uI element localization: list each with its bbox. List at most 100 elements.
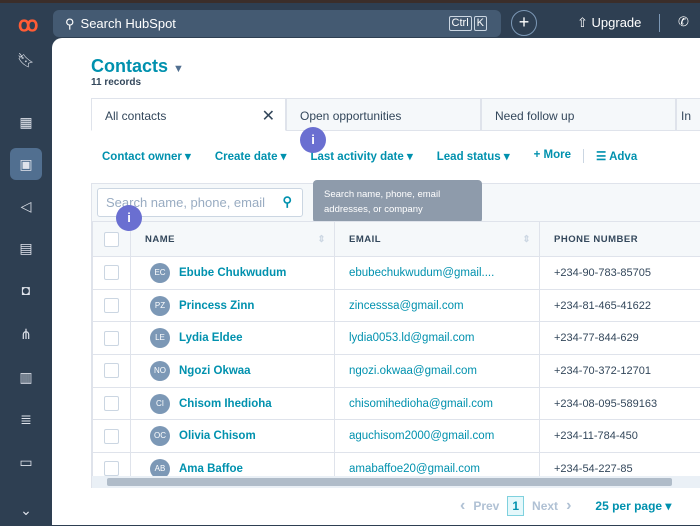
column-label: PHONE NUMBER	[554, 234, 638, 245]
email-cell: lydia0053.ld@gmail.com	[335, 322, 540, 355]
commerce-icon[interactable]: ◘	[10, 274, 42, 306]
tab-label: Open opportunities	[300, 109, 401, 123]
page-1-button[interactable]: 1	[507, 496, 524, 516]
phone-cell: +234-08-095-589163	[540, 387, 700, 420]
chevron-left-icon[interactable]: ‹	[460, 497, 465, 515]
phone-number: +234-54-227-85	[554, 463, 633, 475]
email-cell: ngozi.okwaa@gmail.com	[335, 355, 540, 388]
record-count: 11 records	[91, 77, 141, 88]
tab-label: All contacts	[105, 109, 166, 123]
name-cell: ECEbube Chukwudum	[131, 257, 335, 290]
prev-button[interactable]: Prev	[473, 499, 499, 513]
page-title[interactable]: Contacts ▼	[91, 56, 184, 77]
hubspot-logo-icon[interactable]: ꝏ	[18, 12, 38, 37]
advanced-filters-button[interactable]: ☰ Adva	[596, 149, 637, 163]
automation-icon[interactable]: ⋔	[10, 318, 42, 350]
filter-create-date[interactable]: Create date ▾	[215, 149, 287, 163]
row-checkbox[interactable]	[104, 265, 119, 280]
view-tabs: All contacts ✕ Open opportunities Need fo…	[91, 98, 700, 131]
name-cell: NONgozi Okwaa	[131, 355, 335, 388]
contacts-icon[interactable]: ▣	[10, 148, 42, 180]
column-label: NAME	[145, 234, 175, 245]
table-row: LELydia Eldee lydia0053.ld@gmail.com +23…	[93, 322, 700, 355]
email-link[interactable]: aguchisom2000@gmail.com	[349, 430, 494, 442]
phone-number: +234-70-372-12701	[554, 365, 651, 377]
info-badge[interactable]: i	[300, 127, 326, 153]
divider	[659, 14, 660, 32]
content-icon[interactable]: ▤	[10, 232, 42, 264]
row-checkbox[interactable]	[104, 298, 119, 313]
info-badge[interactable]: i	[116, 205, 142, 231]
chevron-down-icon[interactable]: ⌄	[10, 494, 42, 526]
contact-name-link[interactable]: Olivia Chisom	[179, 430, 256, 442]
next-button[interactable]: Next	[532, 499, 558, 513]
megaphone-icon[interactable]: ◁	[10, 190, 42, 222]
contact-name-link[interactable]: Ngozi Okwaa	[179, 365, 251, 377]
row-checkbox[interactable]	[104, 461, 119, 476]
contact-name-link[interactable]: Ama Baffoe	[179, 463, 243, 475]
contact-name-link[interactable]: Chisom Ihedioha	[179, 398, 272, 410]
bookmark-icon[interactable]: 🔖︎	[10, 44, 42, 76]
main-panel: Contacts ▼ 11 records All contacts ✕ Open…	[52, 38, 700, 525]
per-page-select[interactable]: 25 per page ▾	[595, 499, 671, 513]
grid-icon[interactable]: ▦	[10, 106, 42, 138]
pagination: ‹ Prev 1 Next › 25 per page ▾	[460, 496, 671, 516]
close-icon[interactable]: ✕	[262, 106, 275, 126]
row-checkbox-cell	[93, 289, 131, 322]
search-icon[interactable]: ⚲	[282, 194, 292, 210]
filter-contact-owner[interactable]: Contact owner ▾	[102, 149, 191, 163]
filter-bar: Contact owner ▾ Create date ▾ Last activ…	[102, 149, 637, 163]
phone-cell: +234-77-844-629	[540, 322, 700, 355]
email-link[interactable]: lydia0053.ld@gmail.com	[349, 332, 474, 344]
sort-icon[interactable]: ⇕	[523, 234, 531, 245]
search-icon: ⚲	[65, 16, 75, 32]
column-name[interactable]: NAME ⇕	[131, 222, 335, 257]
email-cell: chisomihedioha@gmail.com	[335, 387, 540, 420]
filter-last-activity-date[interactable]: Last activity date ▾	[310, 149, 412, 163]
email-link[interactable]: ebubechukwudum@gmail....	[349, 267, 494, 279]
name-cell: CIChisom Ihedioha	[131, 387, 335, 420]
top-bar: ꝏ ⚲ Search HubSpot CtrlK + ⇧ Upgrade ✆	[0, 0, 700, 38]
upgrade-label: Upgrade	[592, 15, 642, 30]
more-filters-button[interactable]: + More	[534, 149, 584, 163]
row-checkbox[interactable]	[104, 363, 119, 378]
row-checkbox-cell	[93, 355, 131, 388]
global-search[interactable]: ⚲ Search HubSpot CtrlK	[53, 10, 501, 37]
email-link[interactable]: zincesssa@gmail.com	[349, 300, 464, 312]
contact-name-link[interactable]: Ebube Chukwudum	[179, 267, 286, 279]
email-link[interactable]: chisomihedioha@gmail.com	[349, 398, 493, 410]
sort-icon[interactable]: ⇕	[318, 234, 326, 245]
phone-number: +234-77-844-629	[554, 332, 639, 344]
folder-icon[interactable]: ▭	[10, 446, 42, 478]
column-phone[interactable]: PHONE NUMBER	[540, 222, 700, 257]
keyboard-shortcut: CtrlK	[449, 16, 487, 31]
column-email[interactable]: EMAIL ⇕	[335, 222, 540, 257]
contacts-table: NAME ⇕ EMAIL ⇕ PHONE NUMBER ECEbube Chukwu…	[92, 221, 700, 486]
phone-number: +234-81-465-41622	[554, 300, 651, 312]
filter-lead-status[interactable]: Lead status ▾	[437, 149, 510, 163]
column-label: EMAIL	[349, 234, 381, 245]
phone-cell: +234-90-783-85705	[540, 257, 700, 290]
horizontal-scrollbar[interactable]	[92, 476, 700, 488]
upgrade-button[interactable]: ⇧ Upgrade	[577, 15, 641, 31]
scrollbar-thumb[interactable]	[107, 478, 672, 486]
phone-icon[interactable]: ✆	[678, 14, 689, 30]
row-checkbox[interactable]	[104, 396, 119, 411]
tab-open-opportunities[interactable]: Open opportunities	[286, 98, 481, 131]
sidebar: 🔖︎ ▦ ▣ ◁ ▤ ◘ ⋔ ▥ ≣ ▭ ⌄	[0, 38, 52, 525]
tab-need-follow-up[interactable]: Need follow up	[481, 98, 676, 131]
row-checkbox[interactable]	[104, 331, 119, 346]
chevron-right-icon[interactable]: ›	[566, 497, 571, 515]
row-checkbox[interactable]	[104, 429, 119, 444]
tab-all-contacts[interactable]: All contacts ✕	[91, 98, 286, 131]
contact-name-link[interactable]: Lydia Eldee	[179, 332, 243, 344]
table-row: PZPrincess Zinn zincesssa@gmail.com +234…	[93, 289, 700, 322]
create-button[interactable]: +	[511, 10, 537, 36]
reports-icon[interactable]: ▥	[10, 361, 42, 393]
search-placeholder: Search HubSpot	[81, 16, 176, 31]
contact-name-link[interactable]: Princess Zinn	[179, 300, 254, 312]
tab-more[interactable]: In	[676, 98, 700, 131]
database-icon[interactable]: ≣	[10, 403, 42, 435]
email-link[interactable]: ngozi.okwaa@gmail.com	[349, 365, 477, 377]
email-link[interactable]: amabaffoe20@gmail.com	[349, 463, 480, 475]
